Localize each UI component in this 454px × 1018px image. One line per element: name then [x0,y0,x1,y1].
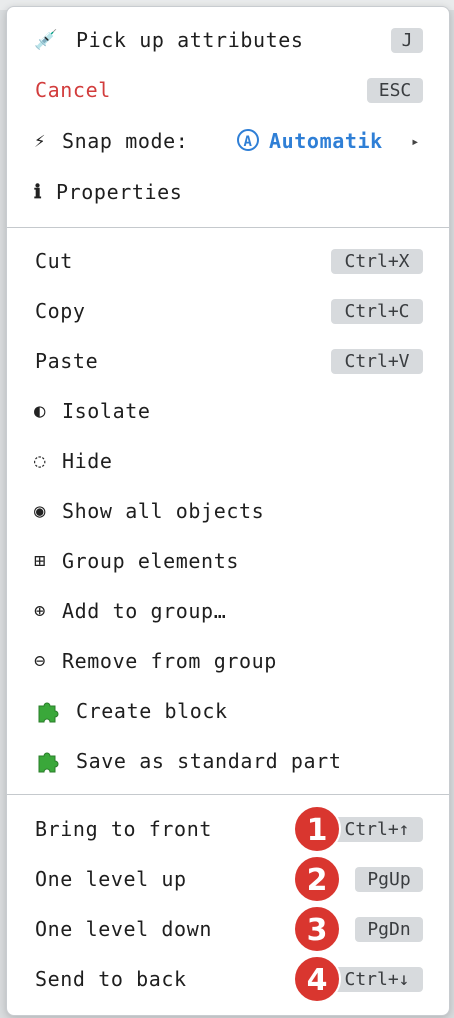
menu-item-save-as-standard-part[interactable]: Save as standard part [7,736,449,786]
menu-item-paste[interactable]: Paste Ctrl+V [7,336,449,386]
menu-item-cancel[interactable]: Cancel ESC [7,65,449,115]
menu-item-label: Show all objects [62,499,265,523]
menu-item-label: Hide [62,449,113,473]
menu-item-label: Cut [35,249,73,273]
menu-item-send-to-back[interactable]: Send to back Ctrl+↓ [7,954,449,1004]
menu-item-cut[interactable]: Cut Ctrl+X [7,236,449,286]
menu-item-label: Copy [35,299,86,323]
menu-item-properties[interactable]: ℹ Properties [7,167,449,217]
circled-minus-icon: ⊖ [34,650,46,672]
menu-item-show-all-objects[interactable]: ◉ Show all objects [7,486,449,536]
half-circle-icon: ◐ [34,400,46,422]
menu-item-label: Remove from group [62,649,277,673]
shortcut-badge: Ctrl+C [331,299,423,324]
annotation-badge-1: 1 [293,805,341,853]
circled-plus-icon: ⊕ [34,600,46,622]
filled-circle-icon: ◉ [34,500,46,522]
menu-item-label: Cancel [35,78,111,102]
menu-divider [7,794,449,795]
menu-item-create-block[interactable]: Create block [7,686,449,736]
shortcut-badge: Ctrl+↓ [331,967,423,992]
puzzle-icon [38,752,59,773]
menu-item-label: Isolate [62,399,151,423]
menu-item-label: Save as standard part [76,749,342,773]
menu-item-label: Paste [35,349,99,373]
menu-item-bring-to-front[interactable]: Bring to front Ctrl+↑ [7,804,449,854]
menu-item-pick-up-attributes[interactable]: 💉 Pick up attributes J [7,15,449,65]
menu-item-remove-from-group[interactable]: ⊖ Remove from group [7,636,449,686]
menu-item-label: Properties [56,180,183,204]
puzzle-icon [38,702,59,723]
menu-item-add-to-group[interactable]: ⊕ Add to group… [7,586,449,636]
lightning-icon: ⚡ [34,130,46,152]
annotation-badge-4: 4 [293,955,341,1003]
menu-item-hide[interactable]: ◌ Hide [7,436,449,486]
snap-mode-value-text: Automatik [269,129,383,153]
menu-item-one-level-up[interactable]: One level up PgUp [7,854,449,904]
snap-mode-value: A Automatik [237,128,383,154]
menu-item-isolate[interactable]: ◐ Isolate [7,386,449,436]
menu-item-label: One level up [35,867,187,891]
syringe-icon: 💉 [34,29,58,51]
menu-item-copy[interactable]: Copy Ctrl+C [7,286,449,336]
menu-item-label: Create block [76,699,228,723]
annotation-badge-3: 3 [293,905,341,953]
annotation-badge-2: 2 [293,855,341,903]
menu-item-label: Group elements [62,549,239,573]
circled-a-icon: A [237,129,259,151]
shortcut-badge: PgUp [355,867,423,892]
shortcut-badge: J [391,28,423,53]
shortcut-badge: Ctrl+X [331,249,423,274]
menu-item-group-elements[interactable]: ⊞ Group elements [7,536,449,586]
shortcut-badge: PgDn [355,917,423,942]
menu-item-label: Bring to front [35,817,212,841]
menu-divider [7,227,449,228]
menu-item-label: One level down [35,917,212,941]
squared-plus-icon: ⊞ [34,550,46,572]
menu-item-label: Snap mode: [62,129,189,153]
menu-item-snap-mode[interactable]: ⚡ Snap mode: A Automatik ▸ [7,116,449,166]
shortcut-badge: ESC [367,78,423,103]
shortcut-badge: Ctrl+V [331,349,423,374]
shortcut-badge: Ctrl+↑ [331,817,423,842]
menu-item-label: Pick up attributes [76,28,304,52]
menu-item-label: Add to group… [62,599,227,623]
submenu-arrow-icon: ▸ [411,134,420,150]
menu-item-one-level-down[interactable]: One level down PgDn [7,904,449,954]
menu-item-label: Send to back [35,967,187,991]
dotted-circle-icon: ◌ [34,450,46,472]
context-menu: 💉 Pick up attributes J Cancel ESC ⚡ Snap… [6,6,450,1016]
